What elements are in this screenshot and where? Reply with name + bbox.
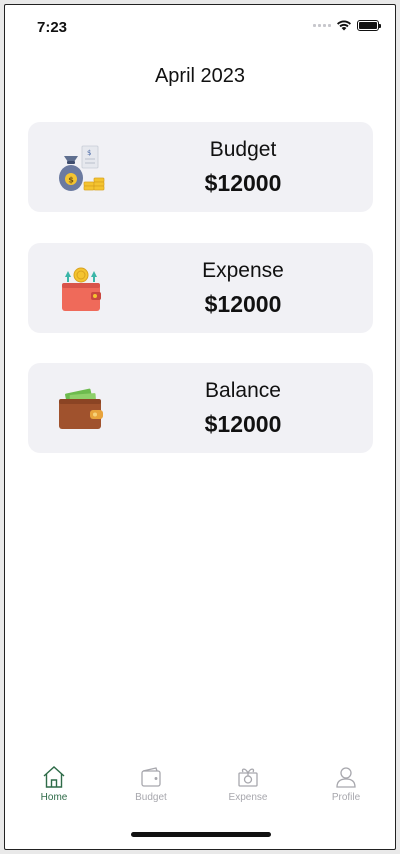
- budget-label: Budget: [209, 138, 277, 161]
- money-bag-icon: $ $: [59, 145, 105, 191]
- app-screen: 7:23 April 2023 $ $ Budget $12000 Expens…: [4, 4, 396, 850]
- status-bar: 7:23: [5, 5, 395, 49]
- svg-text:$: $: [68, 176, 74, 185]
- page-title: April 2023: [154, 65, 246, 87]
- expense-amount: $12000: [204, 291, 282, 317]
- tab-bar: Home Budget Expense Profile: [5, 759, 395, 849]
- wallet-outline-icon: [141, 767, 161, 787]
- svg-text:$: $: [87, 149, 91, 157]
- tab-profile-label: Profile: [331, 792, 361, 803]
- balance-label: Balance: [205, 379, 281, 402]
- home-icon: [43, 766, 65, 788]
- home-indicator[interactable]: [131, 832, 271, 837]
- budget-amount: $12000: [204, 170, 282, 196]
- tab-profile[interactable]: Profile: [316, 765, 376, 803]
- tab-expense-label: Expense: [228, 792, 268, 803]
- tab-budget-label: Budget: [135, 792, 167, 803]
- wallet-coin-icon: [62, 267, 101, 311]
- expense-card[interactable]: Expense $12000: [28, 243, 373, 333]
- balance-amount: $12000: [204, 411, 282, 437]
- signal-icon: [313, 23, 331, 27]
- tab-home-label: Home: [40, 792, 68, 803]
- user-icon: [336, 767, 356, 788]
- battery-icon: [357, 19, 381, 31]
- wifi-icon: [337, 20, 351, 31]
- budget-card[interactable]: $ $ Budget $12000: [28, 122, 373, 212]
- status-time: 7:23: [37, 19, 68, 36]
- tab-expense[interactable]: Expense: [218, 765, 278, 803]
- status-icons: [313, 19, 381, 31]
- expense-label: Expense: [202, 259, 284, 282]
- gift-icon: [238, 768, 258, 787]
- balance-card[interactable]: Balance $12000: [28, 363, 373, 453]
- tab-home[interactable]: Home: [24, 765, 84, 803]
- tab-budget[interactable]: Budget: [121, 765, 181, 803]
- wallet-icon: [59, 388, 103, 429]
